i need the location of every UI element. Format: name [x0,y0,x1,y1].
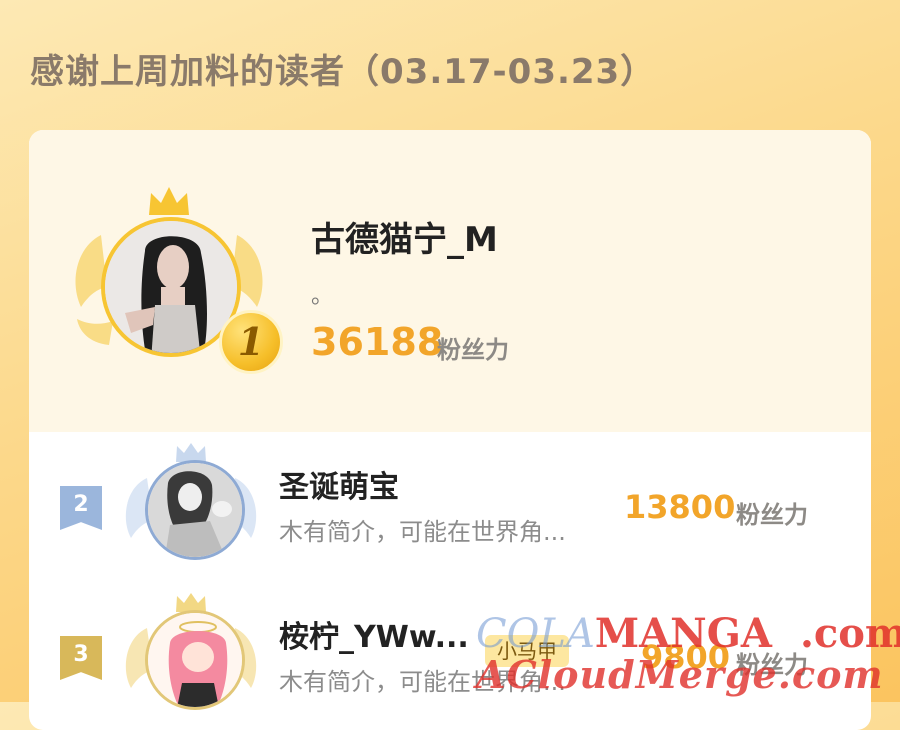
watermark: COLAMANGA .com ACloudMerge.com [476,610,900,702]
avatar-frame [121,442,261,572]
crown-icon [149,187,189,215]
reader-name[interactable]: 古德猫宁_M [311,212,498,261]
fan-power-score: 13800 [624,488,736,526]
rank1-avatar-frame: 1 [69,185,283,375]
fan-power-score: 36188 [311,320,444,364]
reader-bio: 。 [311,284,334,309]
list-item[interactable]: 2 圣诞萌宝 木有简介，可能在世界角... 13800 粉丝力 [29,442,871,592]
fan-power-unit: 粉丝力 [736,501,808,529]
avatar[interactable] [145,460,245,560]
rank-badge: 2 [60,486,102,530]
watermark-prefix: COLA [476,611,595,657]
watermark-main: MANGA [594,610,772,657]
reader-name[interactable]: 圣诞萌宝 [279,462,399,506]
reader-bio: 木有简介，可能在世界角... [279,518,566,546]
page-title: 感谢上周加料的读者（03.17-03.23） [30,52,656,92]
rank1-badge: 1 [219,310,283,374]
top-reader-section[interactable]: 1 古德猫宁_M 。 36188 粉丝力 [29,130,871,432]
watermark-suffix: .com [799,610,900,657]
reader-name[interactable]: 桉柠_YWw... [279,612,469,656]
watermark-url: ACloudMerge.com [476,652,884,697]
rank-badge: 3 [60,636,102,680]
avatar[interactable] [145,610,245,710]
fan-power-unit: 粉丝力 [437,336,509,364]
avatar-frame [121,592,261,722]
